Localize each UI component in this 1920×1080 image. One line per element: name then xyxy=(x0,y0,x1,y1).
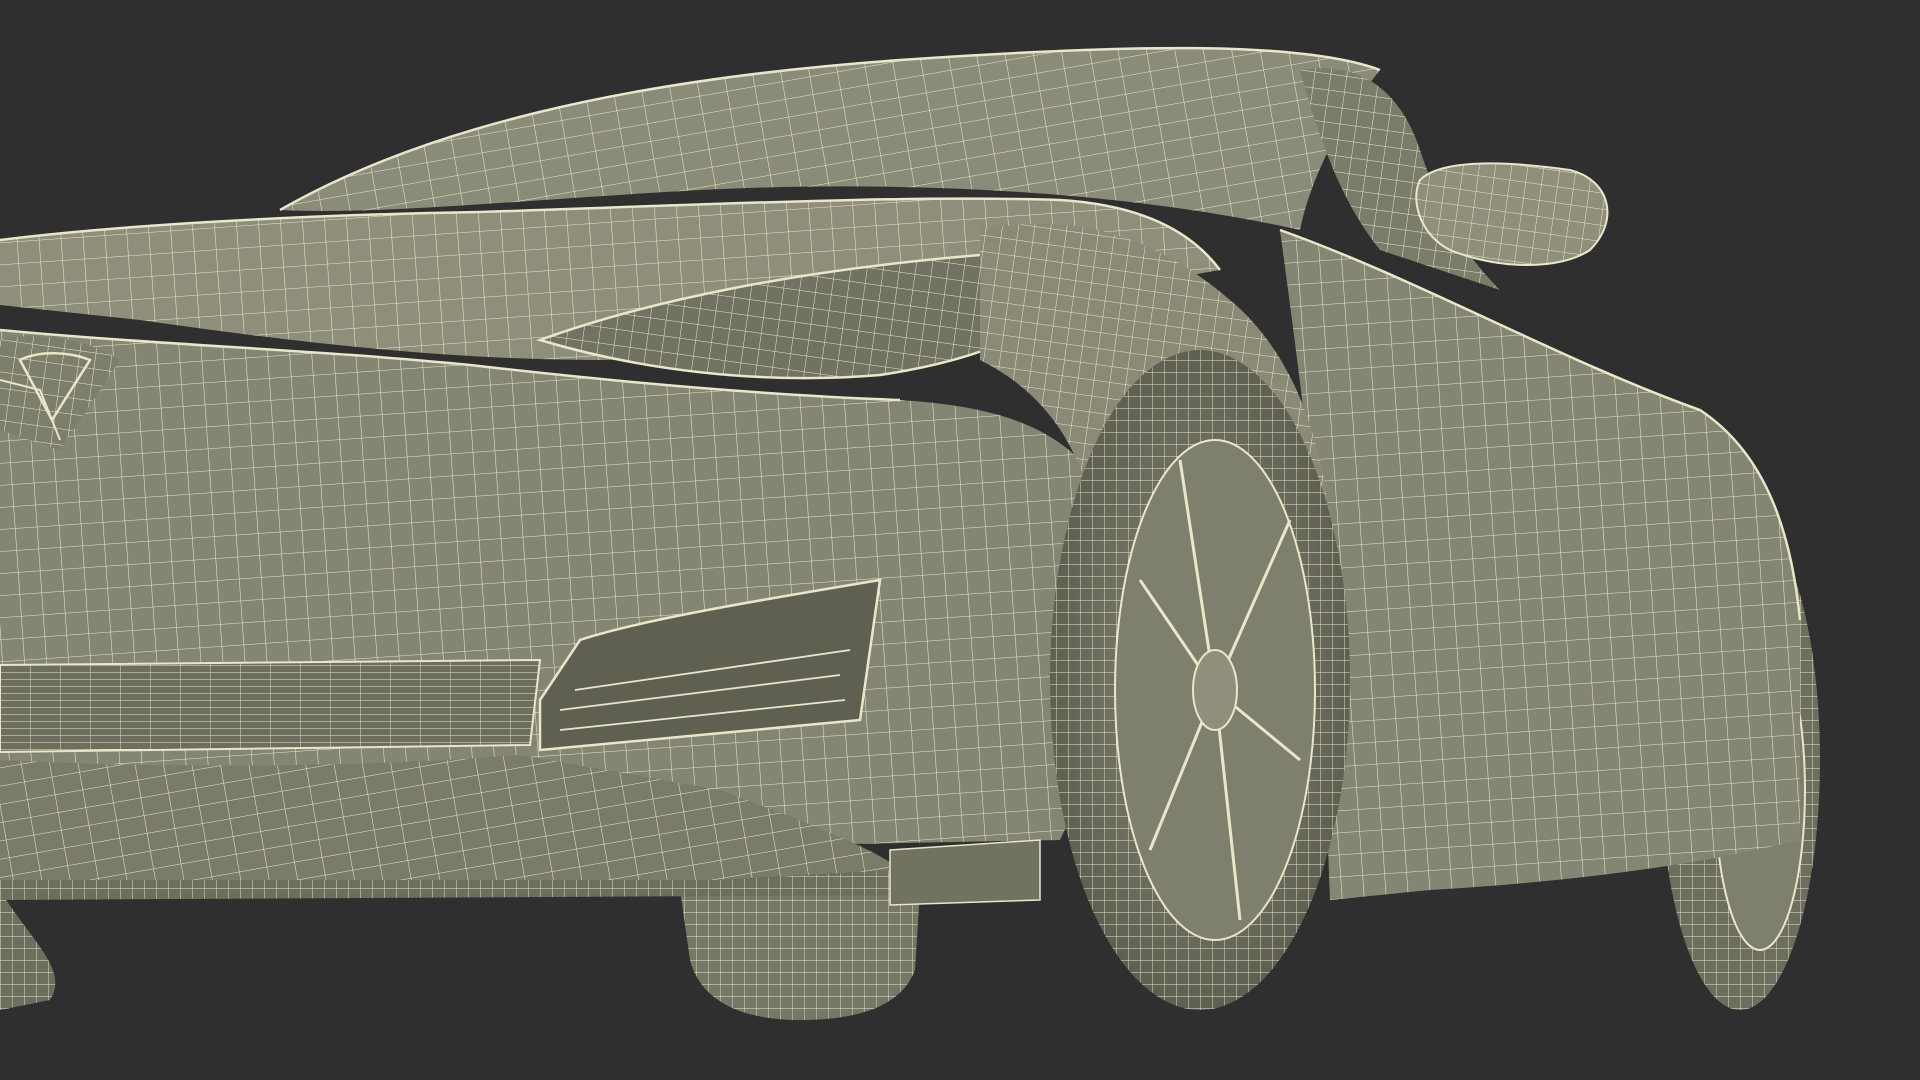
front-wheel xyxy=(1050,350,1350,1010)
inner-tire xyxy=(680,890,920,1020)
viewport xyxy=(0,0,1920,1080)
lower-grille xyxy=(0,658,542,754)
side-panel xyxy=(1280,230,1800,900)
left-front-wheel xyxy=(0,890,56,1010)
mud-guard xyxy=(889,839,1041,906)
car-render xyxy=(0,46,1820,1020)
